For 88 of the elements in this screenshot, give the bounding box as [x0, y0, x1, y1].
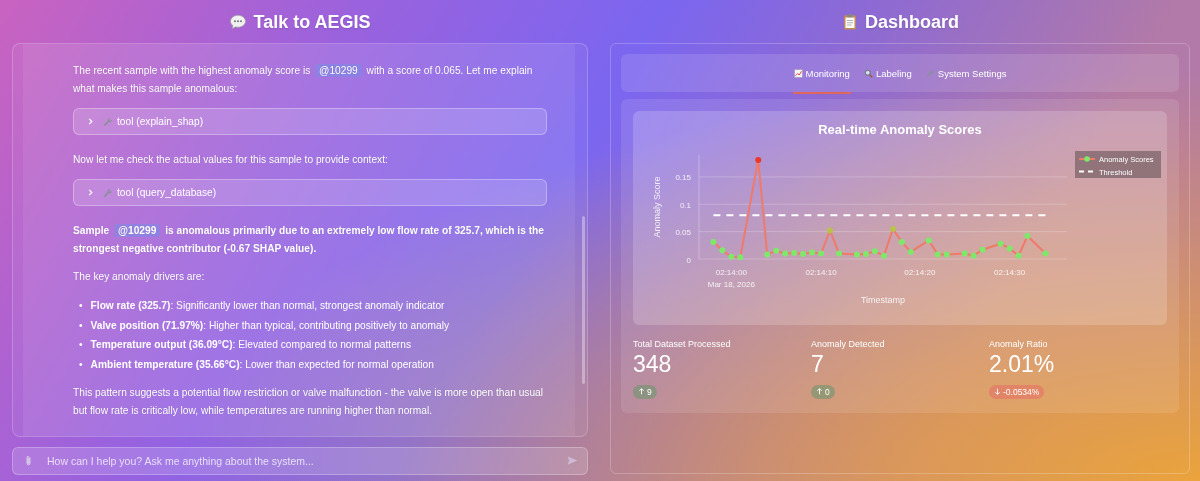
- data-point: [764, 251, 771, 258]
- data-point: [880, 252, 887, 259]
- x-tick-label: 02:14:10: [805, 268, 837, 277]
- bullet: •: [79, 299, 83, 313]
- data-point: [836, 250, 842, 257]
- x-tick-label: 02:14:20: [904, 268, 936, 277]
- x-tick-label: 02:14:30: [994, 268, 1026, 277]
- y-tick-label: 0.05: [675, 228, 691, 238]
- stat-label: Total Dataset Processed: [633, 339, 732, 349]
- message-text: This pattern suggests a potential flow restriction or valve malfunction - the valve is more open than usual but flow rate is critically low, while temperatures are running higher than normal.: [73, 386, 544, 418]
- mention-chip[interactable]: @10299: [315, 64, 362, 77]
- data-point: [737, 254, 744, 261]
- data-point: [791, 250, 798, 256]
- tab[interactable]: System Settings: [924, 54, 1008, 94]
- bullet: •: [79, 357, 83, 372]
- data-point: [1042, 250, 1049, 257]
- data-point: [970, 252, 977, 259]
- message-text: The recent sample with the highest anomaly score is @10299 with a score of 0.065. Let me explain what makes this sample anomalous:: [73, 63, 534, 96]
- bullet: •: [79, 318, 83, 333]
- wrench-icon: [103, 187, 113, 198]
- bullet: •: [79, 338, 83, 352]
- stat-value: 2.01%: [989, 351, 1056, 378]
- legend-dash-icon: [1078, 170, 1096, 173]
- chart-icon[interactable]: [793, 68, 803, 78]
- data-point: [934, 251, 941, 258]
- data-point: [853, 251, 860, 258]
- dashboard-title-text: Dashboard: [865, 11, 959, 33]
- data-point: [997, 240, 1004, 247]
- send-icon[interactable]: [567, 455, 578, 466]
- chevron-icon[interactable]: [86, 188, 95, 197]
- data-point: [728, 253, 735, 260]
- y-axis-title: Anomaly Score: [652, 176, 662, 238]
- data-point: [773, 247, 780, 254]
- delta-badge: 9: [633, 384, 657, 399]
- y-tick-label: 0.1: [679, 200, 691, 210]
- chat-title-text: Talk to AEGIS: [253, 11, 371, 33]
- stat-label: Anomaly Detected: [811, 339, 886, 349]
- list-item: Temperature output (36.09°C): Elevated compared to normal patterns: [90, 338, 411, 352]
- data-point: [925, 237, 932, 244]
- x-axis-title: Timestamp: [860, 295, 906, 305]
- data-point: [755, 156, 762, 163]
- message-text: The key anomaly drivers are:: [73, 270, 206, 284]
- tab[interactable]: Monitoring: [792, 54, 851, 94]
- search-icon[interactable]: [863, 68, 873, 78]
- data-point: [907, 248, 914, 255]
- data-point: [943, 251, 950, 258]
- list-item: Flow rate (325.7): Significantly lower than normal, strongest anomaly indicator: [90, 299, 445, 313]
- tool-call-toggle[interactable]: tool (explain_shap): [73, 108, 547, 135]
- stat-value: 7: [811, 351, 825, 378]
- mention-chip[interactable]: @10299: [114, 224, 161, 237]
- x-tick-label: 02:14:00: [715, 268, 747, 277]
- data-point: [800, 251, 807, 258]
- tool-call-toggle[interactable]: tool (query_database): [73, 179, 547, 206]
- data-point: [827, 227, 834, 234]
- data-point: [710, 239, 717, 246]
- data-point: [782, 250, 789, 257]
- list-item: Valve position (71.97%): Higher than typical, contributing positively to anomaly: [90, 318, 449, 333]
- data-point: [1015, 252, 1022, 259]
- data-point: [1006, 245, 1013, 252]
- data-point: [979, 246, 986, 253]
- chart-title: Real-time Anomaly Scores: [817, 121, 983, 139]
- list-item: Ambient temperature (35.66°C): Lower than expected for normal operation: [90, 357, 434, 372]
- y-tick-label: 0.15: [675, 173, 691, 183]
- x-date-label: Mar 18, 2026: [707, 280, 755, 289]
- y-tick-label: 0: [686, 255, 691, 265]
- speech-bubble-icon: [229, 13, 248, 31]
- delta-badge: -0.0534%: [989, 384, 1045, 399]
- scrollbar[interactable]: [582, 216, 585, 384]
- data-point: [809, 249, 816, 256]
- message-text: Sample @10299 is anomalous primarily due to an extremely low flow rate of 325.7, which is the strongest negative contributor (-0.67 SHAP value).: [73, 223, 545, 256]
- legend-line-icon: [1078, 156, 1096, 162]
- message-text: Now let me check the actual values for this sample to provide context:: [73, 153, 389, 167]
- data-point: [818, 250, 825, 257]
- data-point: [889, 225, 896, 232]
- data-point: [719, 247, 726, 254]
- data-point: [898, 239, 905, 246]
- wrench-icon: [103, 116, 113, 127]
- tab[interactable]: Labeling: [862, 54, 913, 94]
- stat-label: Anomaly Ratio: [989, 339, 1049, 349]
- paperclip-icon[interactable]: [25, 455, 32, 467]
- data-point: [862, 251, 869, 258]
- data-point: [961, 250, 968, 257]
- delta-badge: 0: [811, 384, 835, 399]
- data-point: [1024, 233, 1031, 239]
- clipboard-icon: [841, 13, 859, 31]
- stat-value: 348: [633, 351, 673, 378]
- chevron-icon[interactable]: [86, 117, 95, 126]
- data-point: [871, 248, 878, 255]
